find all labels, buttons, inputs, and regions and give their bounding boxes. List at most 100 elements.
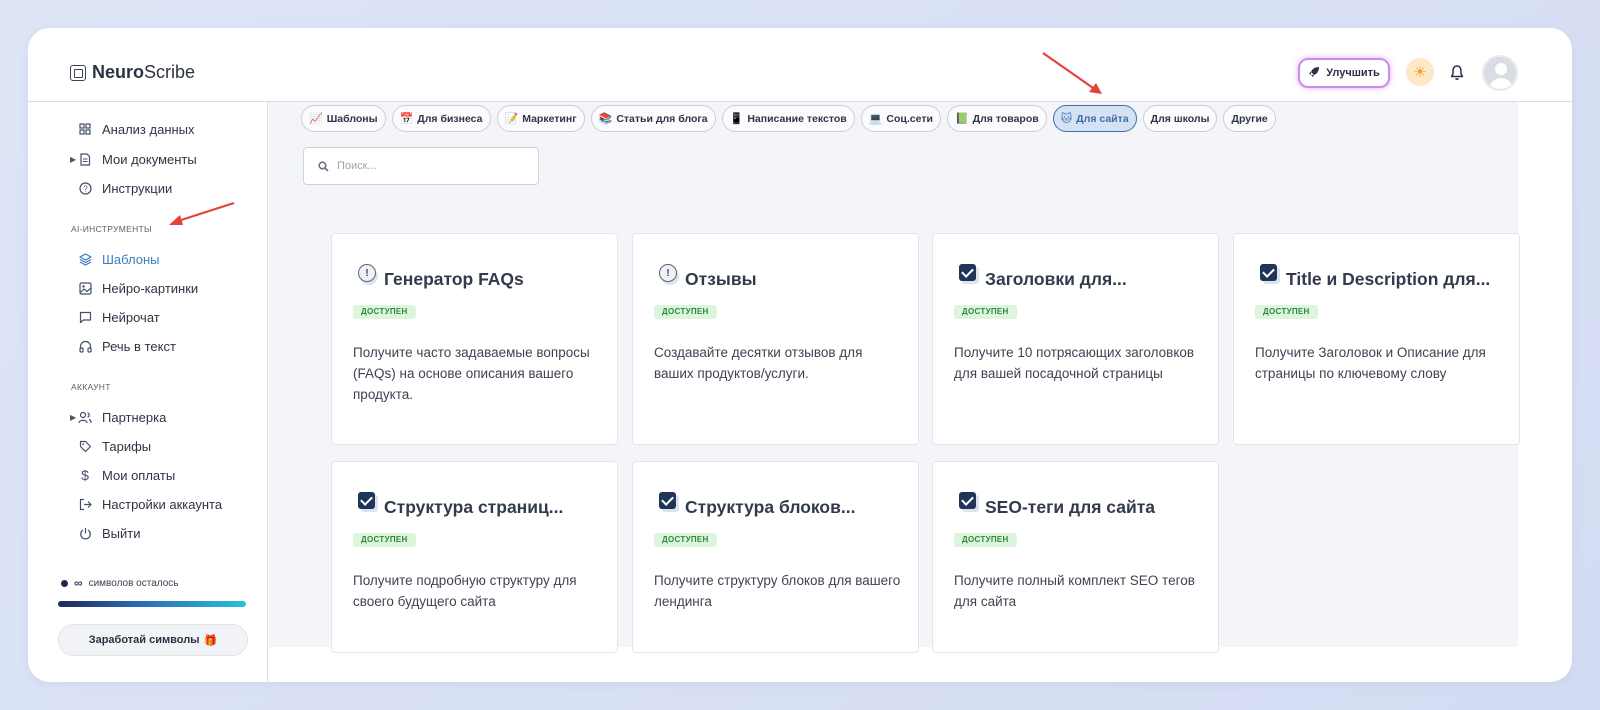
category-chip[interactable]: 📗 Для товаров — [946, 105, 1047, 132]
card-description: Получите подробную структуру для своего … — [353, 573, 577, 609]
sidebar-item-label: Настройки аккаунта — [102, 496, 223, 512]
status-badge: ДОСТУПЕН — [654, 305, 717, 319]
category-chip[interactable]: Для школы — [1142, 105, 1218, 132]
logout-arrow-icon — [78, 497, 92, 511]
chip-label: Маркетинг — [522, 112, 577, 125]
card-title: Генератор FAQs — [384, 269, 524, 289]
search-icon — [318, 160, 329, 172]
top-bar: NeuroScribe Улучшить ☀ — [28, 28, 1572, 102]
card-description: Получите полный комплект SEO тегов для с… — [954, 573, 1195, 609]
sidebar-item-label: Инструкции — [102, 180, 173, 196]
credits-progress-bar — [58, 601, 246, 607]
credits-label: символов осталось — [88, 577, 179, 589]
card-description: Получите 10 потрясающих заголовков для в… — [954, 345, 1195, 381]
card-description: Создавайте десятки отзывов для ваших про… — [654, 345, 863, 381]
earn-credits-button[interactable]: Заработай символы 🎁 — [58, 624, 248, 656]
chip-emoji-icon: 📝 — [504, 113, 519, 125]
sidebar-item-label: Анализ данных — [102, 121, 195, 137]
chip-label: Другие — [1231, 112, 1268, 125]
sidebar-item-my-documents[interactable]: ▶ Мои документы — [70, 149, 197, 169]
brand-logo[interactable]: NeuroScribe — [70, 62, 195, 83]
bell-icon — [1450, 64, 1464, 80]
template-card[interactable]: Заголовки для... ДОСТУПЕН Получите 10 потр… — [932, 233, 1219, 445]
chip-emoji-icon: 📱 — [729, 113, 744, 125]
search-field[interactable] — [303, 147, 539, 185]
template-card[interactable]: Структура блоков... ДОСТУПЕН Получите стру… — [632, 461, 919, 653]
sidebar-item-instructions[interactable]: ? Инструкции — [78, 178, 172, 198]
sidebar-item-logout[interactable]: Выйти — [78, 523, 141, 543]
sidebar-item-label: Нейро-картинки — [102, 280, 199, 296]
sidebar-item-label: Выйти — [102, 525, 141, 541]
brand-name-rest: Scribe — [144, 62, 196, 82]
svg-text:?: ? — [83, 184, 88, 193]
upgrade-button[interactable]: Улучшить — [1298, 58, 1390, 88]
sidebar-item-label: Нейрочат — [102, 309, 160, 325]
chip-emoji-icon: 📗 — [954, 113, 969, 125]
theme-toggle-button[interactable]: ☀ — [1406, 58, 1434, 86]
status-badge: ДОСТУПЕН — [1255, 305, 1318, 319]
chip-label: Написание текстов — [747, 112, 847, 125]
upgrade-label: Улучшить — [1326, 67, 1380, 79]
sidebar-item-neuro-images[interactable]: Нейро-картинки — [78, 278, 198, 298]
category-chip[interactable]: 📱 Написание текстов — [721, 105, 855, 132]
sidebar-item-label: Речь в текст — [102, 338, 176, 354]
gift-icon: 🎁 — [203, 634, 218, 647]
chip-emoji-icon: 🐱 — [1060, 113, 1073, 125]
help-circle-icon: ? — [78, 181, 92, 195]
status-badge: ДОСТУПЕН — [954, 533, 1017, 547]
category-chip[interactable]: 📚 Статьи для блога — [590, 105, 716, 132]
category-chip[interactable]: 📅 Для бизнеса — [391, 105, 491, 132]
document-icon — [78, 152, 92, 166]
power-icon — [78, 526, 92, 540]
sidebar-item-label: Тарифы — [102, 438, 152, 454]
card-title: Отзывы — [685, 269, 757, 289]
status-badge: ДОСТУПЕН — [353, 533, 416, 547]
sidebar-item-account-settings[interactable]: Настройки аккаунта — [78, 494, 222, 514]
card-title: Title и Description для... — [1286, 269, 1491, 289]
sidebar-item-neurochat[interactable]: Нейрочат — [78, 307, 160, 327]
sidebar-item-label: Шаблоны — [102, 251, 160, 267]
checkbox-icon — [659, 492, 677, 510]
credits-remaining: ∞ символов осталось — [61, 576, 178, 590]
category-chip[interactable]: 📝 Маркетинг — [496, 105, 585, 132]
template-card[interactable]: Структура страниц... ДОСТУПЕН Получите под… — [331, 461, 618, 653]
chat-icon — [78, 310, 92, 324]
sidebar-item-templates[interactable]: Шаблоны — [78, 249, 160, 269]
sidebar: Анализ данных ▶ Мои документы ? Инструкц… — [28, 102, 268, 682]
template-card[interactable]: ! Отзывы ДОСТУПЕН Создавайте десятки отзыво… — [632, 233, 919, 445]
brand-name-bold: Neuro — [92, 62, 145, 82]
headphones-icon — [78, 339, 92, 353]
notifications-button[interactable] — [1444, 59, 1470, 85]
template-card[interactable]: Title и Description для... ДОСТУПЕН Получи… — [1233, 233, 1520, 445]
category-chip[interactable]: Другие — [1223, 105, 1276, 132]
sidebar-item-tariffs[interactable]: Тарифы — [78, 436, 151, 456]
caret-right-icon: ▶ — [70, 154, 77, 164]
chip-label: Статьи для блога — [616, 112, 708, 125]
template-card[interactable]: ! Генератор FAQs ДОСТУПЕН Получите часто за… — [331, 233, 618, 445]
logo-icon — [70, 64, 86, 81]
sidebar-item-data-analysis[interactable]: Анализ данных — [78, 119, 195, 139]
status-badge: ДОСТУПЕН — [954, 305, 1017, 319]
chip-emoji-icon: 💻 — [868, 113, 883, 125]
app-window: NeuroScribe Улучшить ☀ Анализ данных ▶ М… — [28, 28, 1572, 682]
layers-icon — [78, 252, 92, 266]
card-title: Структура блоков... — [685, 497, 856, 517]
sidebar-item-speech-to-text[interactable]: Речь в текст — [78, 336, 176, 356]
sidebar-item-partners[interactable]: ▶ Партнерка — [70, 407, 166, 427]
caret-right-icon: ▶ — [70, 412, 77, 422]
category-chip[interactable]: 📈 Шаблоны — [301, 105, 386, 132]
credits-value: ∞ — [74, 576, 83, 590]
sidebar-item-my-payments[interactable]: $ Мои оплаты — [78, 465, 175, 485]
search-input[interactable] — [337, 160, 517, 172]
checkbox-icon — [959, 492, 977, 510]
user-avatar[interactable] — [1482, 55, 1518, 91]
category-chip[interactable]: 💻 Соц.сети — [860, 105, 941, 132]
template-card[interactable]: SEO-теги для сайта ДОСТУПЕН Получите полны… — [932, 461, 1219, 653]
checkbox-icon — [959, 264, 977, 282]
chip-label: Шаблоны — [326, 112, 378, 125]
chip-label: Для бизнеса — [417, 112, 483, 125]
checkbox-icon — [1260, 264, 1278, 282]
status-badge: ДОСТУПЕН — [654, 533, 717, 547]
grid-icon — [78, 122, 92, 136]
category-chip[interactable]: 🐱 Для сайта — [1052, 105, 1137, 132]
